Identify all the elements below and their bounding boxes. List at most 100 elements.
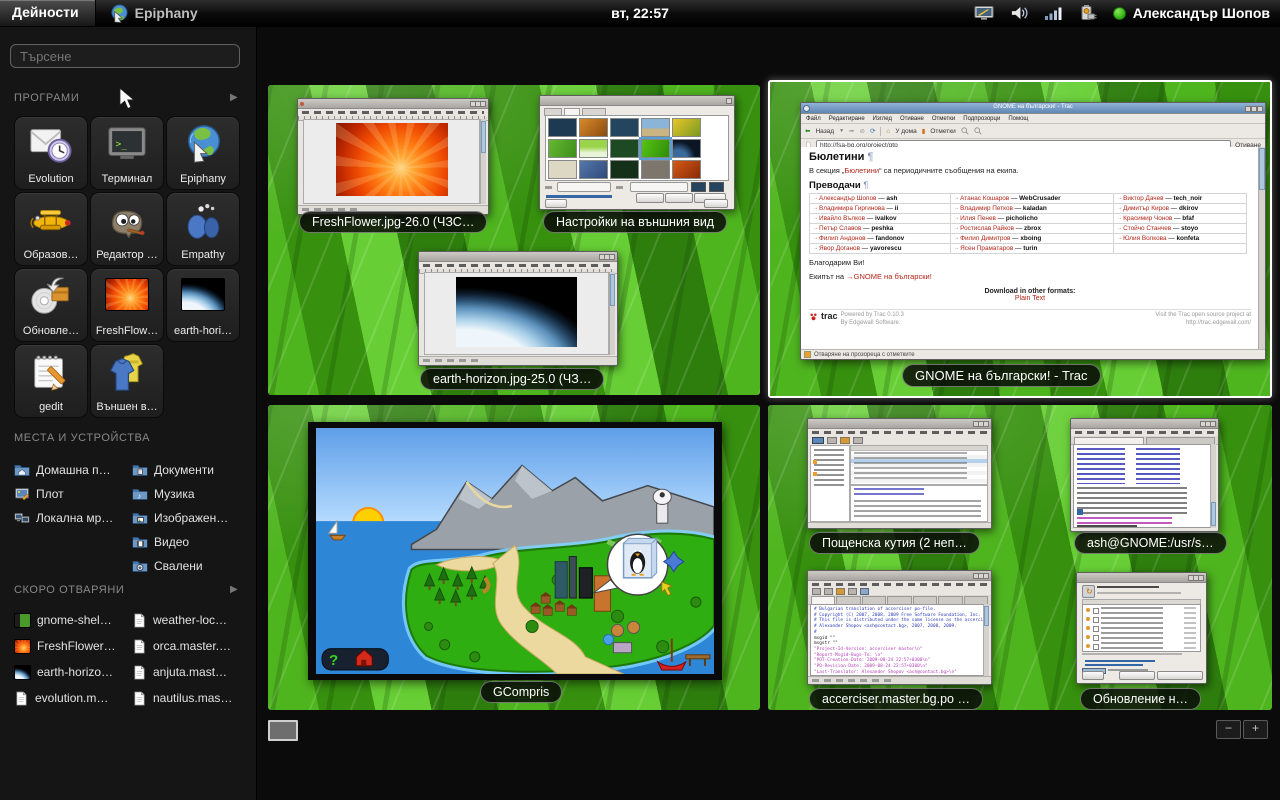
window-gimp-earth[interactable]	[418, 251, 618, 366]
zoom-out-icon	[974, 127, 982, 135]
place-documents[interactable]: Документи	[132, 460, 244, 480]
app-gedit[interactable]: gedit	[14, 344, 88, 418]
power-status-icon[interactable]	[1078, 4, 1097, 22]
music-folder-icon: ♪	[132, 486, 148, 502]
remove-workspace-button[interactable]: −	[1216, 720, 1241, 739]
help-button	[1082, 671, 1104, 680]
recent-nautilus-master[interactable]: nautilus.mas…	[132, 688, 244, 708]
help-button-glyph: ?	[329, 652, 338, 669]
recent-orca-master[interactable]: orca.master.…	[132, 636, 244, 656]
window-epiphany-trac[interactable]: GNOME на български! - Trac ФайлРедактира…	[800, 102, 1266, 360]
statusbar	[419, 356, 617, 365]
display-status-icon[interactable]	[974, 5, 994, 22]
gcompris-plane-icon	[28, 197, 74, 243]
place-label: Изображен…	[154, 511, 228, 525]
programs-expand-icon[interactable]: ▶	[230, 92, 238, 103]
gedit-icon	[28, 349, 74, 395]
updates-icon: ↻	[1082, 585, 1095, 598]
window-update-manager[interactable]: ↻	[1076, 572, 1207, 684]
workspace-1[interactable]: FreshFlower.jpg-26.0 (ЧЗС…	[268, 85, 760, 395]
v-scrollbar	[1258, 147, 1265, 350]
place-label: Плот	[36, 487, 64, 501]
penguin-in-ice-icon	[624, 538, 657, 577]
network-signal-icon[interactable]	[1045, 6, 1062, 21]
add-workspace-button[interactable]: +	[1243, 720, 1268, 739]
window-gedit-po[interactable]: # Bulgarian translation of accerciser po…	[807, 570, 992, 685]
toolbar	[808, 588, 991, 595]
desktop-icon	[14, 486, 30, 502]
window-evolution-mail[interactable]	[807, 418, 992, 529]
app-label: Epiphany	[167, 173, 239, 185]
place-pictures[interactable]: Изображен…	[132, 508, 244, 528]
place-local-network[interactable]: Локална мр…	[14, 508, 126, 528]
place-home[interactable]: Домашна п…	[14, 460, 126, 480]
recent-weather-loc[interactable]: weather-loc…	[132, 610, 244, 630]
app-label: Редактор …	[91, 249, 163, 261]
app-earth-image[interactable]: earth-hori…	[166, 268, 240, 342]
menubar-texture	[812, 431, 987, 434]
activities-button[interactable]: Дейности	[0, 0, 96, 26]
app-label: FreshFlow…	[91, 325, 163, 337]
app-terminal[interactable]: >_ Терминал	[90, 116, 164, 190]
titlebar	[1077, 573, 1206, 583]
recent-evolution-po[interactable]: evolution.m…	[14, 688, 126, 708]
place-label: Домашна п…	[36, 463, 111, 477]
recent-anjuta-master[interactable]: anjuta.mast…	[132, 662, 244, 682]
place-desktop[interactable]: Плот	[14, 484, 126, 504]
app-evolution[interactable]: Evolution	[14, 116, 88, 190]
home-icon: ⌂	[886, 128, 890, 135]
v-scrollbar	[480, 119, 486, 204]
reload-icon: ⟳	[870, 127, 875, 135]
pictures-folder-icon	[132, 510, 148, 526]
preview-pane	[850, 485, 988, 522]
volume-status-icon[interactable]	[1010, 5, 1029, 21]
menubar-texture	[812, 583, 987, 586]
workspace-4[interactable]: Пощенска кутия (2 неп… ash@GNOME:/usr/s…	[768, 405, 1272, 710]
workspace-2-active[interactable]: GNOME на български! - Trac ФайлРедактира…	[768, 80, 1272, 398]
recent-expand-icon[interactable]: ▶	[230, 584, 238, 595]
titlebar	[419, 252, 617, 262]
app-epiphany[interactable]: Epiphany	[166, 116, 240, 190]
place-downloads[interactable]: Свалени	[132, 556, 244, 576]
user-menu[interactable]: Александър Шопов	[1113, 5, 1270, 21]
flower-image	[336, 123, 448, 196]
earth-thumb-icon	[14, 665, 31, 680]
app-menu[interactable]: Epiphany	[110, 4, 198, 23]
zoom-in-icon	[961, 127, 969, 135]
titlebar: GNOME на български! - Trac	[801, 103, 1265, 114]
window-gimp-freshflower[interactable]	[297, 98, 489, 215]
app-software-update[interactable]: Обновле…	[14, 268, 88, 342]
app-gimp[interactable]: Редактор …	[90, 192, 164, 266]
gnome-shell-overview: { "top_bar": { "activities": "Дейности",…	[0, 0, 1280, 800]
clock[interactable]: вт, 22:57	[611, 5, 669, 21]
recent-freshflower[interactable]: FreshFlower…	[14, 636, 126, 656]
recent-gnome-shell[interactable]: gnome-shel…	[14, 610, 126, 630]
titlebar	[1071, 419, 1218, 429]
close-dialog-button	[704, 199, 728, 208]
color-swatch	[709, 182, 724, 192]
window-appearance-prefs[interactable]	[539, 95, 735, 210]
app-appearance[interactable]: Външен в…	[90, 344, 164, 418]
recent-earth-horizon[interactable]: earth-horizo…	[14, 662, 126, 682]
v-scrollbar	[609, 272, 615, 355]
window-terminal[interactable]	[1070, 418, 1219, 532]
place-music[interactable]: ♪ Музика	[132, 484, 244, 504]
workspace-3[interactable]: ? GCompris	[268, 405, 760, 710]
workspace-indicator[interactable]	[268, 720, 298, 741]
app-empathy[interactable]: Empathy	[166, 192, 240, 266]
color-swatch	[691, 182, 706, 192]
epiphany-globe-icon	[180, 121, 226, 167]
window-label: Настройки на външния вид	[543, 211, 727, 233]
app-freshflower-image[interactable]: FreshFlow…	[90, 268, 164, 342]
window-gcompris[interactable]: ?	[308, 422, 722, 680]
recent-label: anjuta.mast…	[153, 665, 227, 679]
place-videos[interactable]: Видео	[132, 532, 244, 552]
app-gcompris[interactable]: Образов…	[14, 192, 88, 266]
presence-available-icon	[1113, 7, 1126, 20]
place-label: Локална мр…	[36, 511, 113, 525]
check-button	[1119, 671, 1155, 680]
dash-panel: ПРОГРАМИ ▶ Evolution >_ Терминал Epiphan…	[0, 26, 257, 800]
selected-wallpaper	[641, 139, 670, 158]
search-input[interactable]	[10, 44, 240, 68]
folder-tree-pane	[810, 445, 850, 522]
